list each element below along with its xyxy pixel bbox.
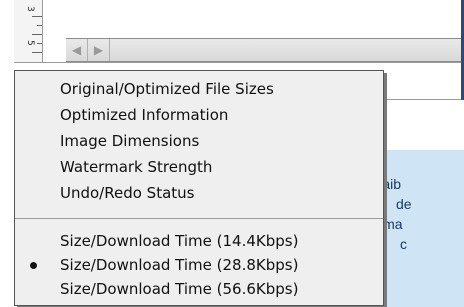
window-left-edge xyxy=(0,0,15,100)
menu-item-label: Original/Optimized File Sizes xyxy=(60,80,274,98)
vertical-ruler: 3 5 xyxy=(14,0,43,64)
ruler-tick xyxy=(37,25,42,26)
ruler-label: 5 xyxy=(25,40,35,46)
menu-item-optimized-info[interactable]: Optimized Information xyxy=(15,103,383,127)
menu-separator xyxy=(15,218,383,219)
menu-item-label: Size/Download Time (14.4Kbps) xyxy=(60,232,299,250)
caption-text: c xyxy=(400,236,407,252)
menu-item-label: Optimized Information xyxy=(60,106,229,124)
menu-item-download-56-6[interactable]: Size/Download Time (56.6Kbps) xyxy=(15,277,383,301)
menu-item-download-14-4[interactable]: Size/Download Time (14.4Kbps) xyxy=(15,229,383,253)
scroll-left-button[interactable]: ◀ xyxy=(66,39,88,61)
ruler-tick xyxy=(32,16,42,17)
status-popup-menu: Original/Optimized File Sizes Optimized … xyxy=(14,70,384,306)
menu-item-label: Size/Download Time (56.6Kbps) xyxy=(60,280,299,298)
ruler-tick xyxy=(32,34,42,35)
scroll-right-button[interactable]: ▶ xyxy=(88,39,110,61)
menu-item-label: Watermark Strength xyxy=(60,158,213,176)
ruler-label: 3 xyxy=(25,6,35,12)
right-arrow-icon: ▶ xyxy=(93,43,104,57)
horizontal-scrollbar[interactable]: ◀ ▶ xyxy=(66,38,464,62)
menu-item-label: Undo/Redo Status xyxy=(60,184,195,202)
left-arrow-icon: ◀ xyxy=(71,43,82,57)
caption-text: de xyxy=(396,196,412,212)
menu-item-label: Image Dimensions xyxy=(60,132,200,150)
menu-item-label: Size/Download Time (28.8Kbps) xyxy=(60,256,299,274)
menu-item-watermark-strength[interactable]: Watermark Strength xyxy=(15,155,383,179)
ruler-tick xyxy=(32,52,42,53)
menu-item-image-dimensions[interactable]: Image Dimensions xyxy=(15,129,383,153)
ruler-tick xyxy=(37,43,42,44)
selected-bullet-icon xyxy=(30,262,37,269)
menu-item-undo-redo-status[interactable]: Undo/Redo Status xyxy=(15,181,383,205)
menu-item-file-sizes[interactable]: Original/Optimized File Sizes xyxy=(15,77,383,101)
menu-item-download-28-8[interactable]: Size/Download Time (28.8Kbps) xyxy=(15,253,383,277)
